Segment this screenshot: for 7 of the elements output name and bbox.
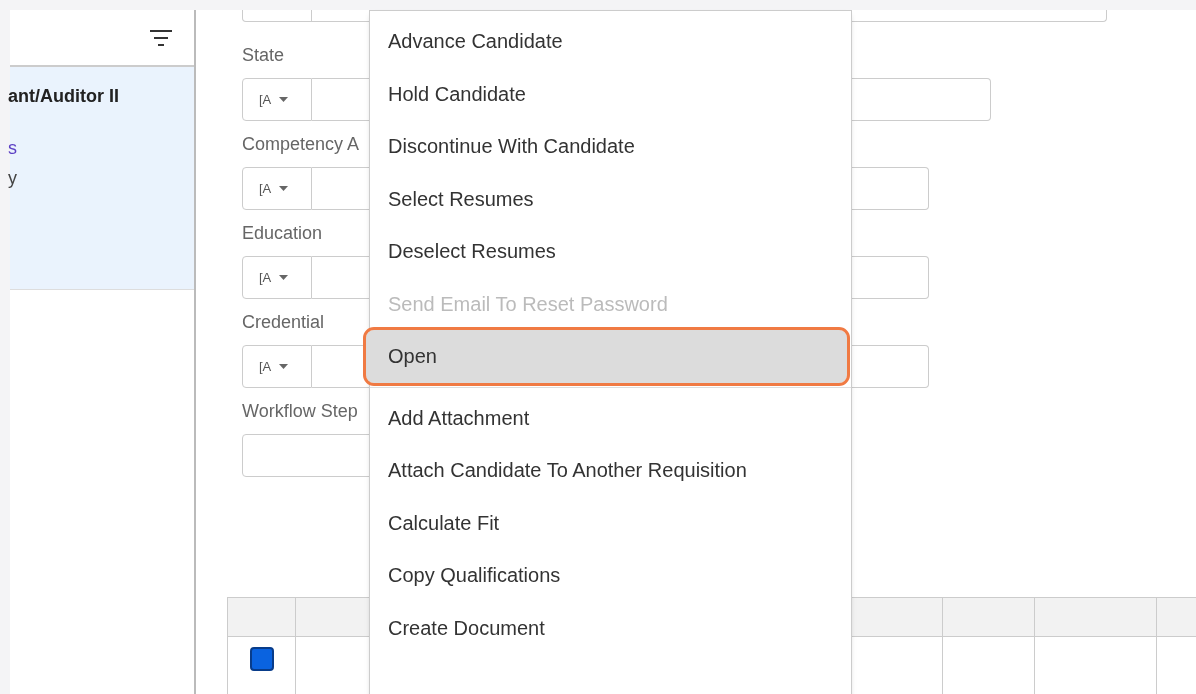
sidebar-text: ant/Auditor II xyxy=(8,85,120,107)
field-label: State xyxy=(242,44,285,66)
field-label: Workflow Step xyxy=(242,400,358,422)
field-label: Competency A xyxy=(242,133,360,155)
field-label: Education xyxy=(242,222,323,244)
field-label: Credential xyxy=(242,311,325,333)
sidebar-text: y xyxy=(8,167,18,189)
